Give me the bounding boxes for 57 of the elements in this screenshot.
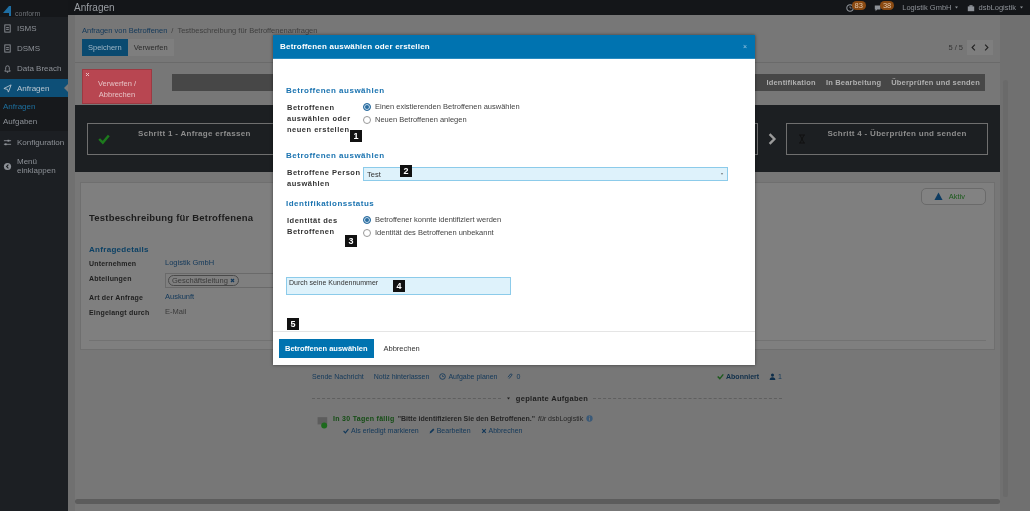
- chat-icon: [873, 3, 882, 12]
- callout-number: 1: [350, 130, 362, 142]
- request-title: Testbeschreibung für Betroffenena: [89, 212, 254, 223]
- close-icon: [480, 427, 487, 434]
- warning-icon: [933, 192, 943, 201]
- step-label: Schritt 1 - Anfrage erfassen: [138, 129, 251, 138]
- step-label: Schritt 4 - Überprüfen und senden: [826, 129, 968, 138]
- logo-icon: [3, 5, 13, 17]
- horizontal-scrollbar[interactable]: [75, 499, 1000, 504]
- previous-button[interactable]: [967, 40, 980, 55]
- caret-icon: [1019, 5, 1024, 10]
- sidebar-item[interactable]: DSMS: [0, 39, 68, 57]
- callout-number: 5: [287, 318, 299, 330]
- radio-button[interactable]: [363, 115, 371, 124]
- page-title: Anfragen: [74, 2, 115, 13]
- sidebar-item[interactable]: Menü einklappen: [0, 153, 68, 179]
- bell-icon: [3, 63, 12, 73]
- radio-button[interactable]: [363, 215, 371, 224]
- paper-plane-icon: [3, 83, 12, 93]
- radio-button[interactable]: [363, 102, 371, 111]
- task-avatar-icon: [317, 415, 329, 429]
- info-icon: [586, 415, 594, 422]
- sidebar-subitem[interactable]: Anfragen: [0, 99, 68, 114]
- caret-icon: [954, 5, 960, 10]
- callout-number: 4: [393, 280, 405, 292]
- check-icon: [98, 133, 110, 145]
- clock-icon: [845, 3, 854, 12]
- chevron-right-icon: [766, 131, 778, 147]
- sidebar-subitem[interactable]: Aufgaben: [0, 114, 68, 129]
- paperclip-icon: [507, 373, 515, 380]
- camera-icon: [967, 3, 976, 12]
- user-icon: [769, 373, 777, 380]
- chevron-right-icon: [983, 44, 990, 51]
- circle-arrow-icon: [3, 161, 12, 171]
- close-icon: [85, 72, 90, 77]
- section-heading: Anfragedetails: [89, 245, 150, 254]
- dialog-title: Betroffenen auswählen oder erstellen: [280, 42, 431, 51]
- document-icon: [3, 43, 12, 53]
- sidebar-item[interactable]: Konfiguration: [0, 133, 68, 151]
- sidebar-item[interactable]: Data Breach: [0, 59, 68, 77]
- check-icon: [717, 373, 725, 380]
- section-heading: Identifikationsstatus: [286, 198, 376, 210]
- section-heading: Betroffenen auswählen: [286, 150, 386, 162]
- sidebar-item[interactable]: ISMS: [0, 19, 68, 37]
- remove-icon: [229, 278, 235, 283]
- pencil-icon: [428, 427, 435, 434]
- sliders-icon: [3, 137, 12, 147]
- check-icon: [343, 427, 349, 434]
- next-button[interactable]: [980, 40, 993, 55]
- sidebar-item[interactable]: Anfragen: [0, 79, 68, 97]
- clock-icon: [439, 373, 447, 380]
- radio-button[interactable]: [363, 228, 371, 237]
- callout-number: 3: [345, 235, 357, 247]
- document-icon: [3, 23, 12, 33]
- callout-number: 2: [400, 165, 412, 177]
- section-heading: Betroffenen auswählen: [286, 85, 386, 97]
- chevron-left-icon: [970, 44, 977, 51]
